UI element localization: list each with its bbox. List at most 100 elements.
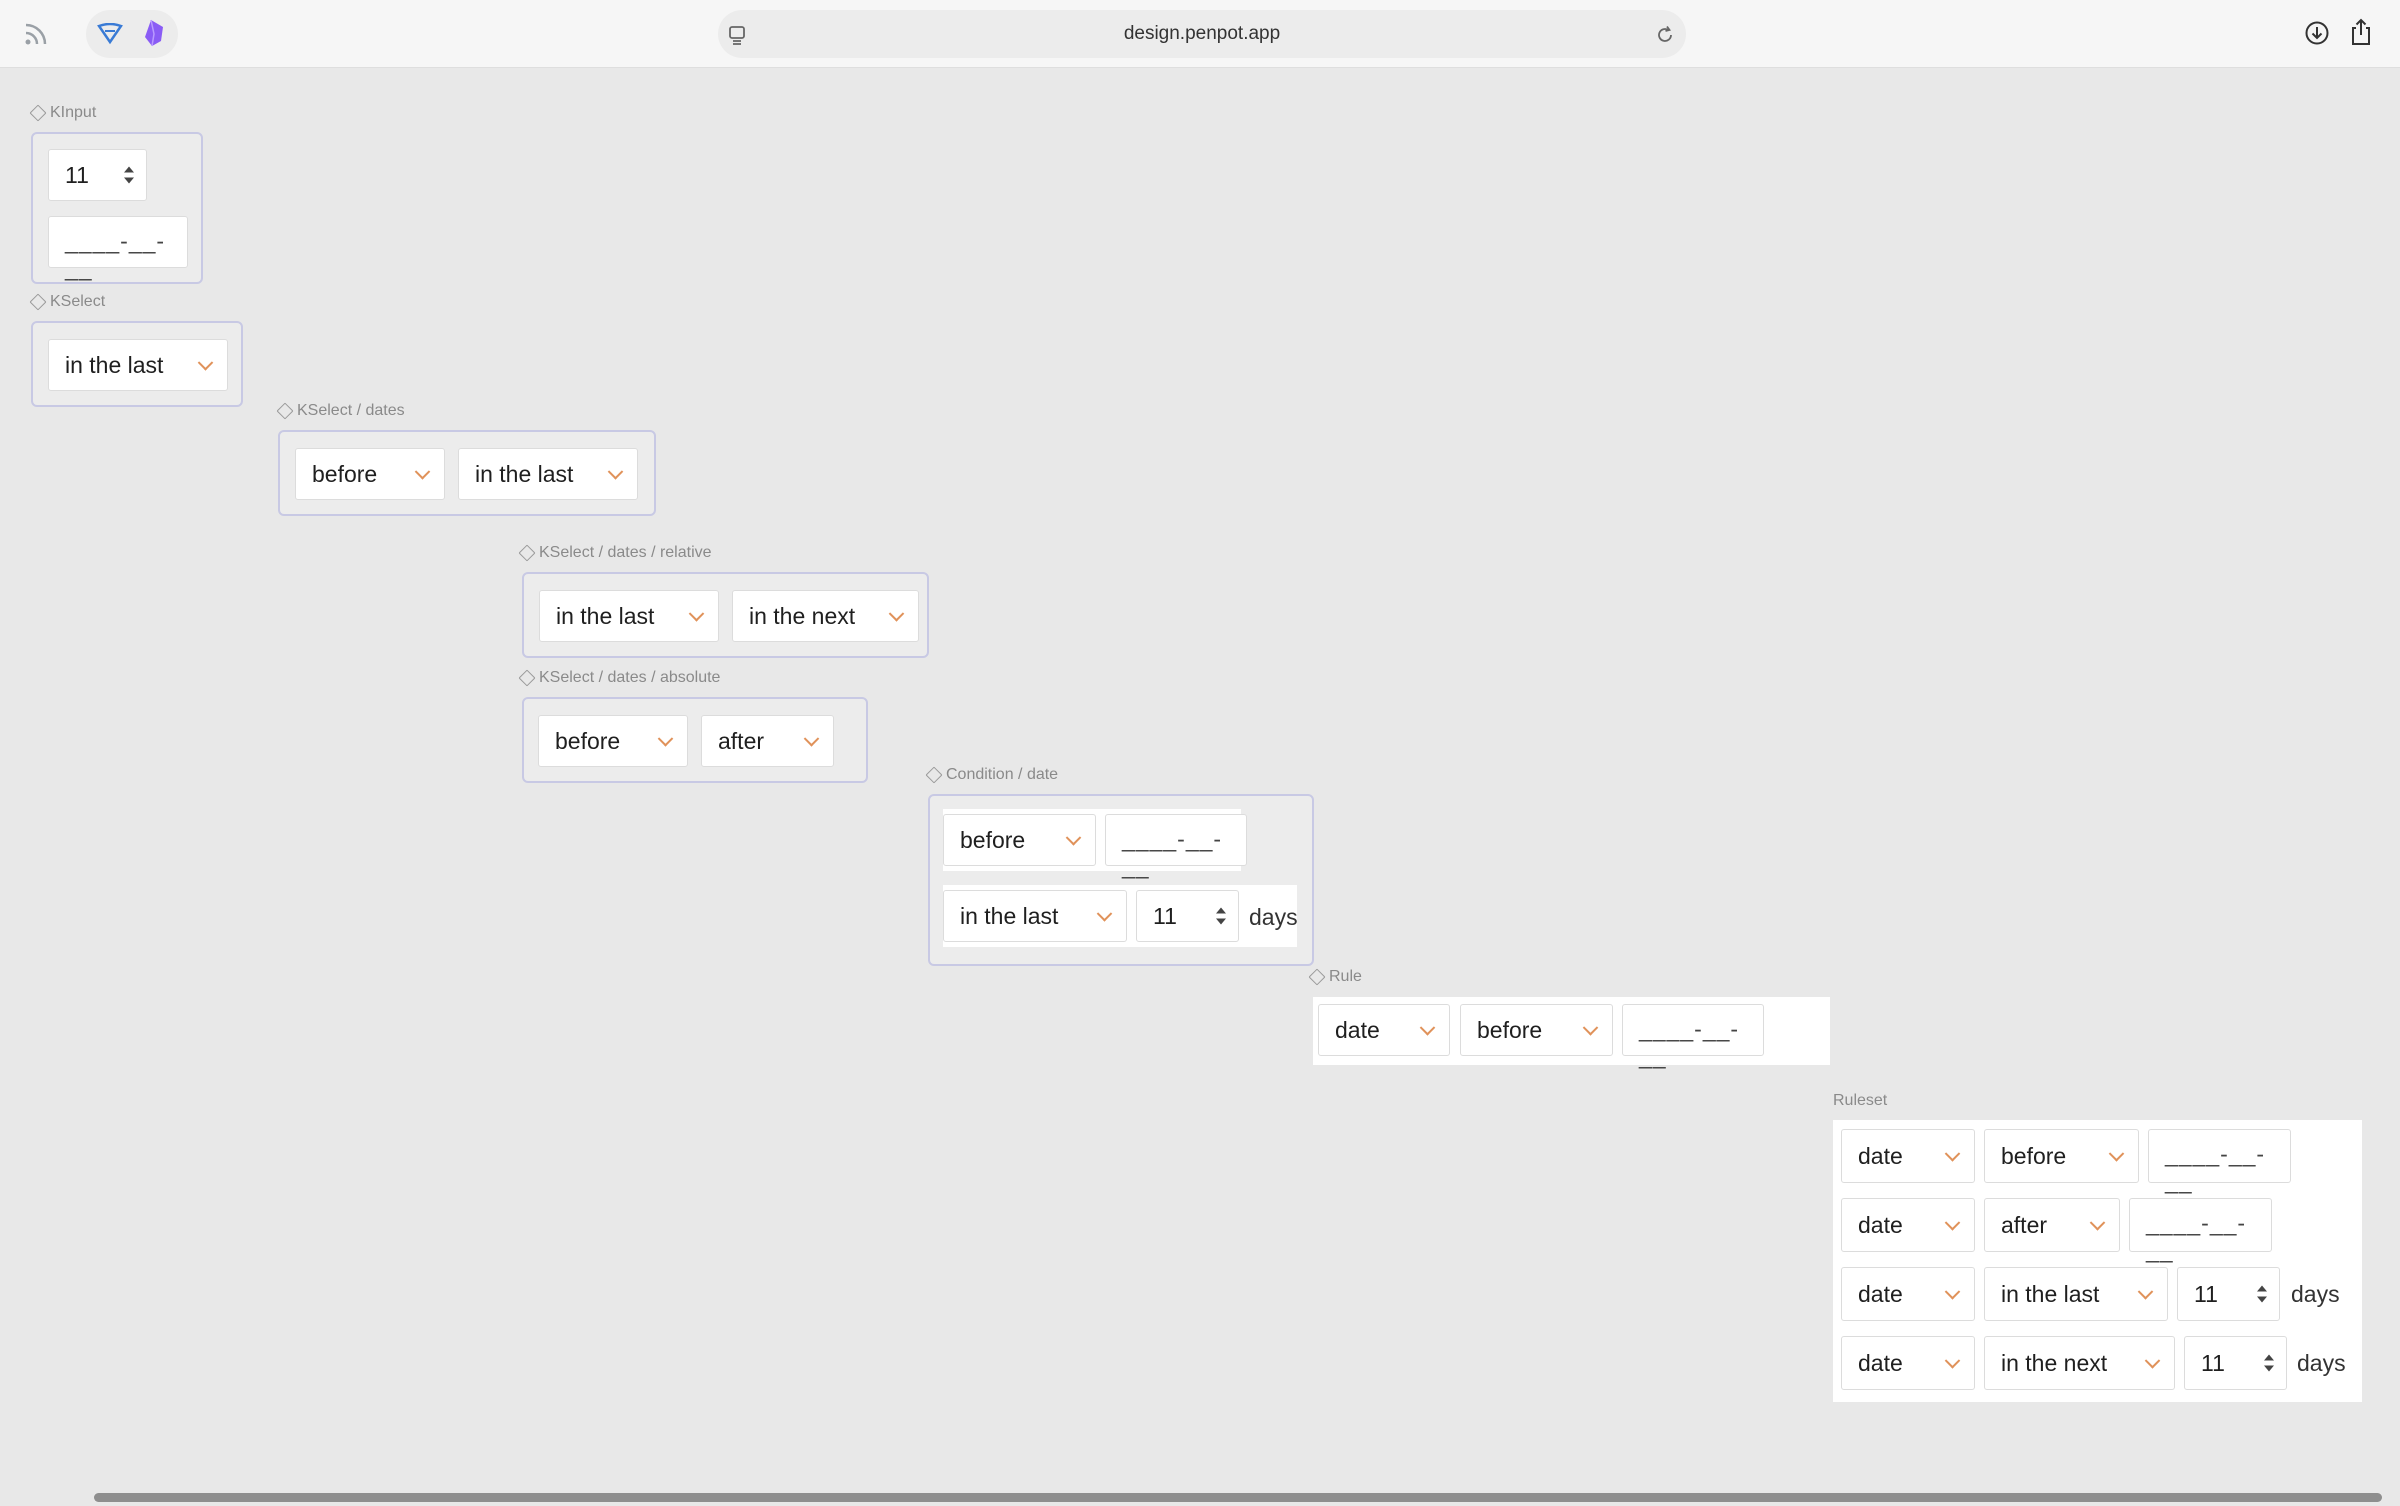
frame-title: KInput bbox=[50, 104, 97, 121]
select-dropdown[interactable]: before bbox=[295, 448, 445, 500]
browser-toolbar: design.penpot.app bbox=[0, 0, 2400, 68]
select-dropdown[interactable]: before bbox=[538, 715, 688, 767]
frame-title: KSelect / dates / absolute bbox=[539, 669, 721, 686]
frame-label-kselect-absolute: KSelect / dates / absolute bbox=[518, 669, 721, 687]
select-value: before bbox=[555, 727, 621, 754]
frame-ruleset: date before ____-__-__ date after ____-_… bbox=[1833, 1120, 2362, 1402]
number-value: 11 bbox=[2201, 1349, 2225, 1376]
date-input[interactable]: ____-__-__ bbox=[2148, 1129, 2291, 1194]
chevron-down-icon bbox=[688, 606, 705, 622]
select-dropdown[interactable]: before bbox=[1460, 1004, 1613, 1056]
select-dropdown[interactable]: in the next bbox=[1984, 1336, 2175, 1390]
chevron-down-icon bbox=[414, 464, 431, 480]
frame-title: Rule bbox=[1329, 968, 1362, 985]
component-icon bbox=[1308, 968, 1326, 986]
select-dropdown[interactable]: in the next bbox=[732, 590, 919, 642]
select-value: before bbox=[960, 826, 1026, 853]
component-icon bbox=[925, 766, 943, 784]
select-value: in the last bbox=[65, 351, 164, 378]
date-placeholder: ____-__-__ bbox=[1122, 826, 1223, 879]
select-dropdown[interactable]: after bbox=[701, 715, 834, 767]
date-input[interactable]: ____-__-__ bbox=[1622, 1004, 1764, 1069]
chevron-down-icon bbox=[1096, 906, 1113, 922]
number-input[interactable]: 11 bbox=[2177, 1267, 2280, 1321]
select-value: in the next bbox=[749, 602, 856, 629]
horizontal-scrollbar[interactable] bbox=[94, 1493, 2382, 1502]
chevron-down-icon bbox=[2089, 1215, 2106, 1231]
frame-label-condition: Condition / date bbox=[925, 766, 1059, 784]
unit-label: days bbox=[1249, 904, 1298, 930]
select-dropdown[interactable]: in the last bbox=[458, 448, 638, 500]
number-value: 11 bbox=[1153, 902, 1177, 929]
stepper-icon[interactable] bbox=[2257, 1285, 2267, 1303]
select-value: after bbox=[718, 727, 765, 754]
frame-label-kselect: KSelect bbox=[29, 293, 105, 311]
reload-icon[interactable] bbox=[1650, 20, 1680, 50]
frame-title: Ruleset bbox=[1833, 1092, 1888, 1109]
stepper-icon[interactable] bbox=[1216, 907, 1226, 925]
select-dropdown[interactable]: in the last bbox=[943, 890, 1127, 942]
select-dropdown[interactable]: before bbox=[943, 814, 1096, 866]
select-value: date bbox=[1858, 1280, 1903, 1307]
chevron-down-icon bbox=[607, 464, 624, 480]
chevron-down-icon bbox=[1944, 1146, 1961, 1162]
share-icon[interactable] bbox=[2344, 14, 2378, 50]
select-dropdown[interactable]: in the last bbox=[539, 590, 719, 642]
date-placeholder: ____-__-__ bbox=[2146, 1210, 2247, 1263]
download-icon[interactable] bbox=[2300, 16, 2334, 50]
shield-icon[interactable] bbox=[94, 18, 126, 50]
select-dropdown[interactable]: after bbox=[1984, 1198, 2120, 1252]
frame-label-kselect-relative: KSelect / dates / relative bbox=[518, 544, 712, 562]
component-icon bbox=[518, 544, 536, 562]
url-text: design.penpot.app bbox=[1123, 23, 1281, 44]
number-input[interactable]: 11 bbox=[2184, 1336, 2287, 1390]
select-value: in the next bbox=[2001, 1349, 2108, 1376]
select-dropdown[interactable]: before bbox=[1984, 1129, 2139, 1183]
select-value: in the last bbox=[960, 902, 1059, 929]
number-input[interactable]: 11 bbox=[1136, 890, 1239, 942]
select-value: date bbox=[1858, 1142, 1903, 1169]
address-bar[interactable]: design.penpot.app bbox=[718, 10, 1686, 58]
select-value: before bbox=[1477, 1016, 1543, 1043]
select-dropdown[interactable]: in the last bbox=[48, 339, 228, 391]
date-input[interactable]: ____-__-__ bbox=[2129, 1198, 2272, 1263]
frame-kselect-relative: in the last in the next bbox=[522, 572, 929, 658]
date-placeholder: ____-__-__ bbox=[65, 228, 166, 281]
chevron-down-icon bbox=[1944, 1215, 1961, 1231]
select-dropdown[interactable]: date bbox=[1841, 1129, 1975, 1183]
frame-condition: before ____-__-__ in the last 11 days bbox=[928, 794, 1314, 966]
chevron-down-icon bbox=[2108, 1146, 2125, 1162]
frame-kselect-absolute: before after bbox=[522, 697, 868, 783]
date-input[interactable]: ____-__-__ bbox=[1105, 814, 1247, 879]
component-icon bbox=[29, 293, 47, 311]
frame-title: Condition / date bbox=[946, 766, 1059, 783]
frame-kselect-dates: before in the last bbox=[278, 430, 656, 516]
select-dropdown[interactable]: in the last bbox=[1984, 1267, 2168, 1321]
select-dropdown[interactable]: date bbox=[1841, 1198, 1975, 1252]
stepper-icon[interactable] bbox=[124, 166, 134, 184]
chevron-down-icon bbox=[888, 606, 905, 622]
rss-icon[interactable] bbox=[16, 14, 56, 54]
select-dropdown[interactable]: date bbox=[1841, 1267, 1975, 1321]
chevron-down-icon bbox=[1065, 830, 1082, 846]
select-dropdown[interactable]: date bbox=[1318, 1004, 1450, 1056]
select-dropdown[interactable]: date bbox=[1841, 1336, 1975, 1390]
stepper-icon[interactable] bbox=[2264, 1354, 2274, 1372]
frame-label-rule: Rule bbox=[1308, 968, 1362, 986]
select-value: date bbox=[1335, 1016, 1380, 1043]
select-value: date bbox=[1858, 1211, 1903, 1238]
chevron-down-icon bbox=[197, 355, 214, 371]
chevron-down-icon bbox=[1419, 1020, 1436, 1036]
chevron-down-icon bbox=[2144, 1353, 2161, 1369]
frame-label-kinput: KInput bbox=[29, 104, 97, 122]
select-value: in the last bbox=[475, 460, 574, 487]
date-input[interactable]: ____-__-__ bbox=[48, 216, 188, 281]
frame-label-ruleset: Ruleset bbox=[1833, 1092, 1887, 1110]
frame-title: KSelect / dates / relative bbox=[539, 544, 712, 561]
condition-row-relative: in the last 11 days bbox=[943, 885, 1298, 947]
obsidian-icon[interactable] bbox=[138, 16, 170, 50]
select-value: date bbox=[1858, 1349, 1903, 1376]
number-input[interactable]: 11 bbox=[48, 149, 147, 201]
unit-label: days bbox=[2291, 1281, 2340, 1307]
frame-title: KSelect / dates bbox=[297, 402, 405, 419]
